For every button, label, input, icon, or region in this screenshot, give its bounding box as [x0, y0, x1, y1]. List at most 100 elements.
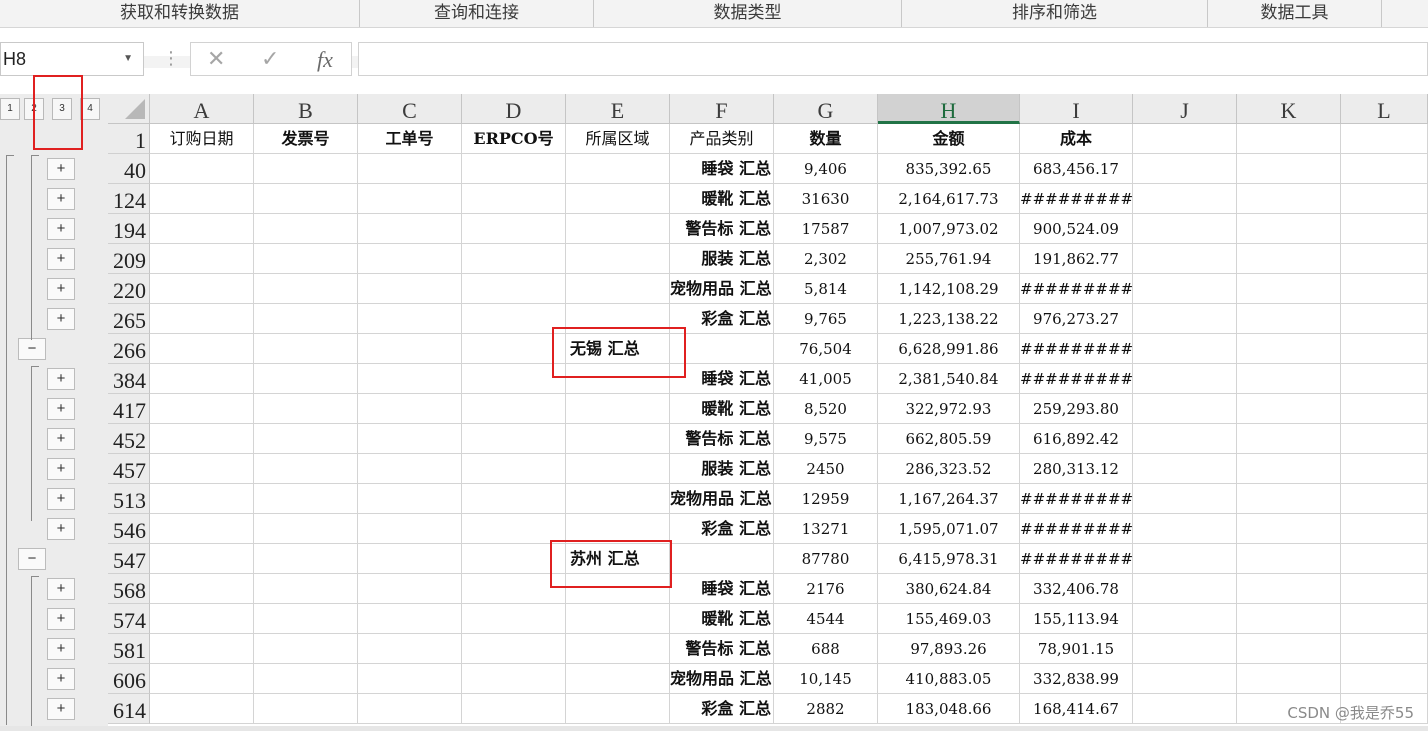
empty-cell[interactable] — [254, 664, 358, 694]
empty-cell[interactable] — [150, 694, 254, 724]
column-header-f[interactable]: F — [670, 94, 774, 124]
empty-cell[interactable] — [254, 244, 358, 274]
empty-cell[interactable] — [462, 184, 566, 214]
header-cell[interactable]: 金额 — [878, 124, 1020, 154]
empty-cell[interactable] — [1237, 454, 1341, 484]
empty-cell[interactable] — [1237, 634, 1341, 664]
empty-cell[interactable] — [1237, 244, 1341, 274]
empty-cell[interactable] — [358, 424, 462, 454]
amount-cell[interactable]: 410,883.05 — [878, 664, 1020, 694]
empty-cell[interactable] — [1237, 394, 1341, 424]
empty-cell[interactable] — [462, 394, 566, 424]
row-header[interactable]: 265 — [108, 304, 150, 334]
cost-cell[interactable]: 259,293.80 — [1020, 394, 1133, 424]
empty-cell[interactable] — [358, 664, 462, 694]
empty-cell[interactable] — [1341, 514, 1428, 544]
empty-cell[interactable] — [1237, 484, 1341, 514]
column-header-d[interactable]: D — [462, 94, 566, 124]
quantity-cell[interactable]: 8,520 — [774, 394, 878, 424]
empty-cell[interactable] — [566, 664, 670, 694]
empty-cell[interactable] — [254, 394, 358, 424]
empty-cell[interactable] — [1133, 214, 1237, 244]
column-header-i[interactable]: I — [1020, 94, 1133, 124]
column-header-l[interactable]: L — [1341, 94, 1428, 124]
empty-cell[interactable] — [254, 424, 358, 454]
empty-cell[interactable] — [1133, 274, 1237, 304]
empty-cell[interactable] — [462, 604, 566, 634]
empty-cell[interactable] — [1133, 124, 1237, 154]
row-header[interactable]: 40 — [108, 154, 150, 184]
empty-cell[interactable] — [1341, 244, 1428, 274]
empty-cell[interactable] — [462, 364, 566, 394]
expand-group-button[interactable]: + — [47, 158, 75, 180]
row-header[interactable]: 546 — [108, 514, 150, 544]
empty-cell[interactable] — [150, 184, 254, 214]
empty-cell[interactable] — [358, 544, 462, 574]
cost-cell[interactable]: ########### — [1020, 484, 1133, 514]
amount-cell[interactable]: 1,223,138.22 — [878, 304, 1020, 334]
empty-cell[interactable] — [1133, 244, 1237, 274]
cost-cell[interactable]: 155,113.94 — [1020, 604, 1133, 634]
cost-cell[interactable]: ########### — [1020, 364, 1133, 394]
row-header[interactable]: 606 — [108, 664, 150, 694]
header-cell[interactable]: 订购日期 — [150, 124, 254, 154]
expand-group-button[interactable]: + — [47, 278, 75, 300]
quantity-cell[interactable]: 12959 — [774, 484, 878, 514]
category-subtotal-label[interactable]: 服装 汇总 — [670, 244, 774, 274]
name-box[interactable]: H8 ▼ — [0, 42, 144, 76]
empty-cell[interactable] — [150, 604, 254, 634]
quantity-cell[interactable]: 4544 — [774, 604, 878, 634]
empty-cell[interactable] — [566, 694, 670, 724]
expand-group-button[interactable]: + — [47, 668, 75, 690]
expand-group-button[interactable]: + — [47, 428, 75, 450]
column-header-a[interactable]: A — [150, 94, 254, 124]
empty-cell[interactable] — [254, 574, 358, 604]
empty-cell[interactable] — [462, 244, 566, 274]
empty-cell[interactable] — [150, 634, 254, 664]
empty-cell[interactable] — [150, 574, 254, 604]
category-subtotal-label[interactable]: 暖靴 汇总 — [670, 184, 774, 214]
row-header[interactable]: 614 — [108, 694, 150, 724]
quantity-cell[interactable]: 9,575 — [774, 424, 878, 454]
expand-group-button[interactable]: + — [47, 398, 75, 420]
amount-cell[interactable]: 255,761.94 — [878, 244, 1020, 274]
amount-cell[interactable]: 1,142,108.29 — [878, 274, 1020, 304]
empty-cell[interactable] — [358, 274, 462, 304]
select-all-corner[interactable] — [108, 94, 150, 124]
collapse-group-button[interactable]: − — [18, 548, 46, 570]
empty-cell[interactable] — [254, 214, 358, 244]
column-header-e[interactable]: E — [566, 94, 670, 124]
empty-cell[interactable] — [566, 634, 670, 664]
empty-cell[interactable] — [150, 544, 254, 574]
amount-cell[interactable]: 97,893.26 — [878, 634, 1020, 664]
row-header[interactable]: 513 — [108, 484, 150, 514]
quantity-cell[interactable]: 17587 — [774, 214, 878, 244]
empty-cell[interactable] — [358, 514, 462, 544]
header-cell[interactable]: 所属区域 — [566, 124, 670, 154]
column-header-g[interactable]: G — [774, 94, 878, 124]
row-header[interactable]: 417 — [108, 394, 150, 424]
empty-cell[interactable] — [1237, 424, 1341, 454]
empty-cell[interactable] — [150, 364, 254, 394]
row-header[interactable]: 568 — [108, 574, 150, 604]
cancel-icon[interactable]: ✕ — [207, 47, 225, 72]
empty-cell[interactable] — [566, 274, 670, 304]
insert-function-icon[interactable]: fx — [317, 47, 333, 73]
column-header-j[interactable]: J — [1133, 94, 1237, 124]
empty-cell[interactable] — [566, 214, 670, 244]
expand-group-button[interactable]: + — [47, 248, 75, 270]
expand-group-button[interactable]: + — [47, 188, 75, 210]
cost-cell[interactable]: ########### — [1020, 184, 1133, 214]
empty-cell[interactable] — [1237, 604, 1341, 634]
cost-cell[interactable]: ########### — [1020, 544, 1133, 574]
cost-cell[interactable]: 168,414.67 — [1020, 694, 1133, 724]
empty-cell[interactable] — [1133, 484, 1237, 514]
empty-cell[interactable] — [358, 184, 462, 214]
empty-cell[interactable] — [358, 244, 462, 274]
empty-cell[interactable] — [254, 634, 358, 664]
category-subtotal-label[interactable]: 警告标 汇总 — [670, 424, 774, 454]
cost-cell[interactable]: 900,524.09 — [1020, 214, 1133, 244]
ribbon-group-data-tools[interactable]: 数据工具 — [1208, 0, 1382, 27]
category-subtotal-label[interactable]: 警告标 汇总 — [670, 214, 774, 244]
cost-cell[interactable]: ########### — [1020, 334, 1133, 364]
